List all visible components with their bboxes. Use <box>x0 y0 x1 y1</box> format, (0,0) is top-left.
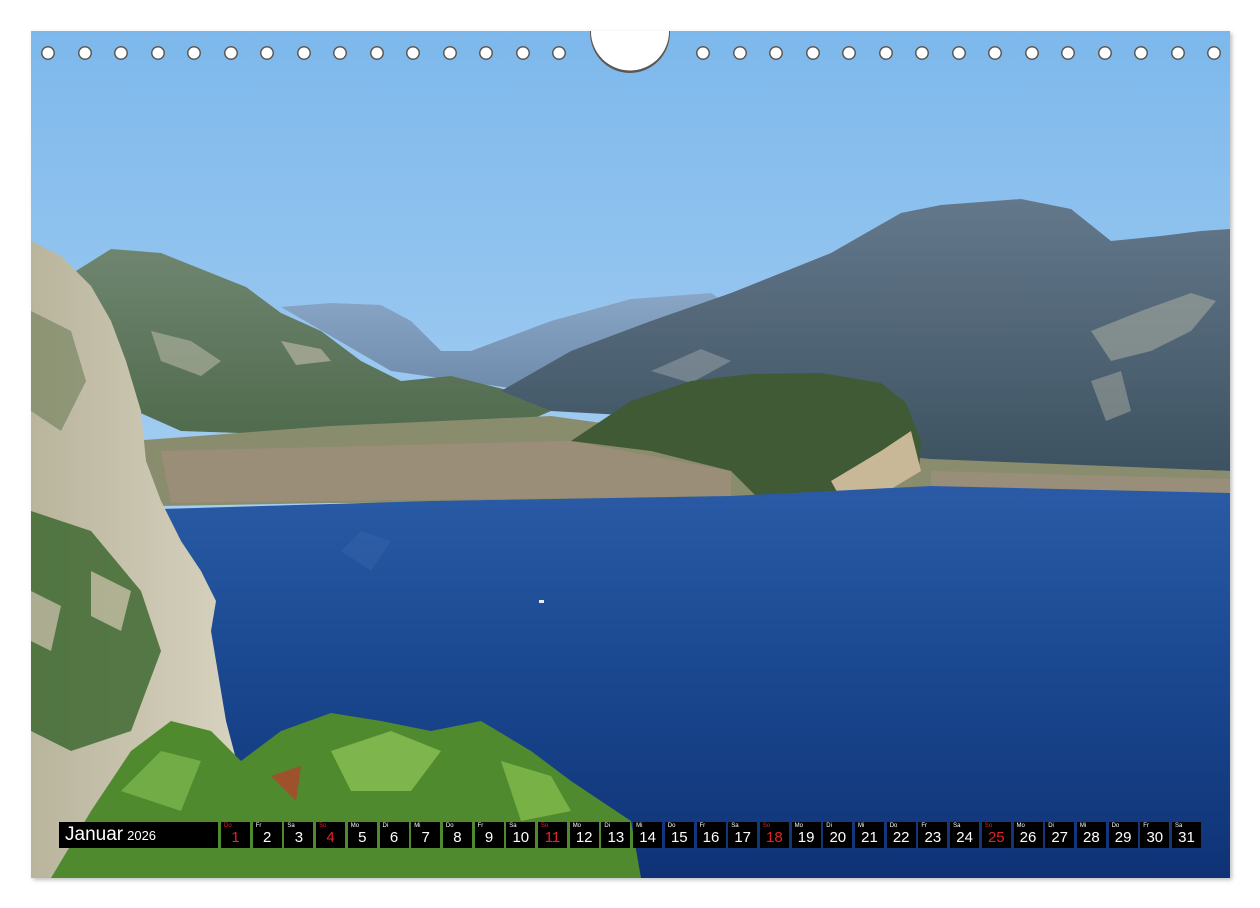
day-number: 25 <box>987 829 1005 846</box>
day-number: 14 <box>639 829 656 846</box>
day-cell: Fr 16 <box>696 822 726 848</box>
binding-hole <box>878 46 893 60</box>
day-cell: Di 6 <box>379 822 409 848</box>
binding-hole <box>369 46 384 60</box>
binding-hole <box>1207 46 1221 60</box>
binding-hole <box>842 46 856 60</box>
binding-hole <box>951 46 966 60</box>
calendar-page: Januar 2026 Do 1 Fr 2 Sa 3 So 4 Mo 5 Di 6 Mi 7 Do 8 Fr 9 Sa… <box>31 31 1230 878</box>
binding-hole <box>915 46 929 60</box>
binding-hole <box>333 46 347 60</box>
binding-hole <box>479 46 493 60</box>
day-cell: Di 13 <box>601 822 631 848</box>
day-cell: So 4 <box>316 822 346 848</box>
day-cell: Do 29 <box>1108 822 1138 848</box>
binding-hole <box>732 46 747 60</box>
day-number: 3 <box>294 829 304 846</box>
day-number: 9 <box>484 829 494 846</box>
day-cell: Sa 24 <box>950 822 980 848</box>
day-number: 17 <box>734 829 752 846</box>
day-cell: Di 27 <box>1045 822 1075 848</box>
day-cell: Mo 5 <box>347 822 377 848</box>
binding-hole <box>187 46 201 60</box>
binding-hole <box>1061 46 1075 60</box>
binding-hole <box>223 46 238 60</box>
day-number: 18 <box>766 829 783 846</box>
day-number: 10 <box>512 829 530 846</box>
year: 2026 <box>127 828 157 843</box>
day-number: 6 <box>389 829 399 846</box>
day-number: 7 <box>421 829 430 846</box>
day-cell: Mi 21 <box>855 822 884 848</box>
binding-hole <box>769 46 783 60</box>
day-number: 24 <box>956 829 973 846</box>
binding-hole <box>406 46 420 60</box>
day-cell: So 25 <box>981 822 1011 848</box>
month-calendar-strip: Januar 2026 Do 1 Fr 2 Sa 3 So 4 Mo 5 Di 6 Mi 7 Do 8 Fr 9 Sa… <box>59 822 1202 848</box>
day-cell: Fr 30 <box>1140 822 1170 848</box>
day-number: 22 <box>892 829 910 846</box>
day-number: 13 <box>607 829 625 846</box>
day-cell: Sa 31 <box>1172 822 1201 848</box>
day-number: 1 <box>231 829 240 846</box>
day-cell: Mi 14 <box>633 822 663 848</box>
day-cell: Mo 19 <box>791 822 821 848</box>
day-number: 19 <box>797 829 815 846</box>
day-cell: Fr 9 <box>474 822 504 848</box>
binding-hole <box>1097 46 1112 60</box>
day-cell: Do 1 <box>221 822 250 848</box>
day-cell: Sa 10 <box>506 822 536 848</box>
binding-hole <box>150 46 165 60</box>
binding-hole <box>260 46 274 60</box>
day-cell: Fr 23 <box>918 822 948 848</box>
day-number: 2 <box>263 829 272 846</box>
binding-hole <box>552 46 566 60</box>
day-number: 28 <box>1083 829 1100 846</box>
month-label: Januar 2026 <box>59 822 218 848</box>
day-cell: Do 8 <box>442 822 472 848</box>
day-number: 20 <box>829 829 847 846</box>
day-cell: Mo 26 <box>1013 822 1043 848</box>
day-number: 21 <box>861 829 878 846</box>
day-number: 8 <box>453 829 462 846</box>
day-number: 5 <box>358 829 367 846</box>
day-number: 31 <box>1178 829 1195 846</box>
binding-hole <box>696 46 710 60</box>
day-cell: Do 15 <box>664 822 694 848</box>
binding-hole <box>988 46 1002 60</box>
day-number: 27 <box>1051 829 1069 846</box>
day-cell: Sa 17 <box>728 822 758 848</box>
day-cell: Sa 3 <box>284 822 314 848</box>
day-number: 15 <box>670 829 688 846</box>
binding-hole <box>515 46 530 60</box>
binding-hole <box>41 46 55 60</box>
day-number: 11 <box>544 829 561 846</box>
day-cell: So 18 <box>759 822 789 848</box>
day-number: 30 <box>1146 829 1164 846</box>
day-cell: Mo 12 <box>569 822 599 848</box>
binding-hole <box>442 46 457 60</box>
day-cell: Mi 7 <box>411 822 441 848</box>
binding-hole <box>114 46 128 60</box>
day-cell: Fr 2 <box>252 822 282 848</box>
binding-hole <box>1170 46 1185 60</box>
day-number: 29 <box>1114 829 1132 846</box>
day-number: 12 <box>575 829 593 846</box>
day-number: 26 <box>1019 829 1037 846</box>
month-name: Januar <box>65 824 124 845</box>
day-number: 4 <box>326 829 335 846</box>
day-cell: So 11 <box>538 822 567 848</box>
day-number: 23 <box>924 829 942 846</box>
day-cell: Di 20 <box>823 822 853 848</box>
binding-hole <box>77 46 92 60</box>
binding-hole <box>1134 46 1148 60</box>
binding-hole <box>296 46 311 60</box>
landscape-photo <box>31 31 1230 878</box>
binding-hole <box>805 46 820 60</box>
binding-hole <box>1024 46 1039 60</box>
day-cell: Mi 28 <box>1076 822 1106 848</box>
day-number: 16 <box>702 829 720 846</box>
day-cell: Do 22 <box>886 822 916 848</box>
